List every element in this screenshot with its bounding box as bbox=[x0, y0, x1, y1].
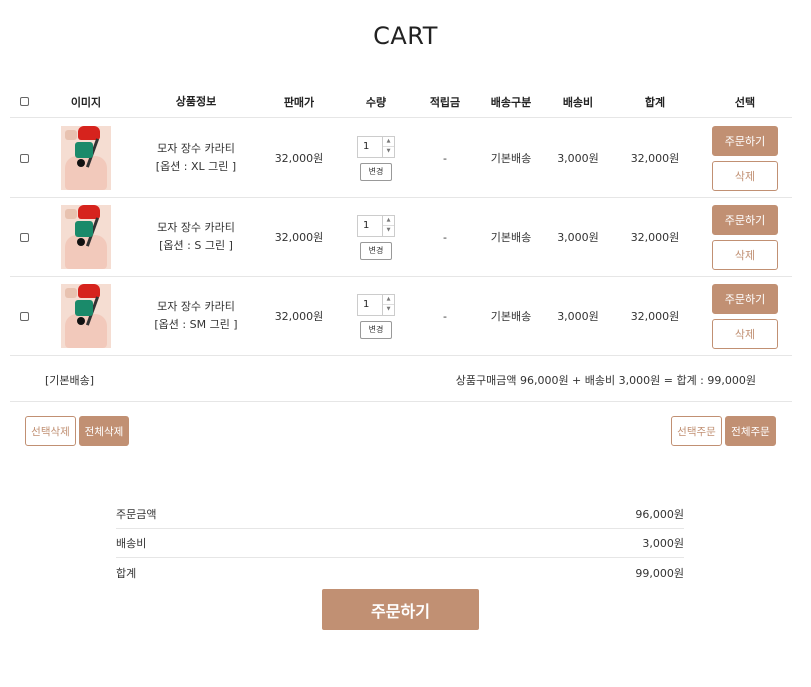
header-total: 합계 bbox=[644, 95, 666, 109]
header-price: 판매가 bbox=[283, 95, 315, 109]
product-total: 32,000원 bbox=[630, 152, 680, 165]
row-checkbox[interactable] bbox=[19, 311, 29, 321]
shipping-group-row: [기본배송] 상품구매금액 96,000원 + 배송비 3,000원 = 합계 … bbox=[10, 356, 792, 402]
spinner-up-icon[interactable]: ▲ bbox=[383, 137, 394, 147]
order-button[interactable]: 주문하기 bbox=[322, 589, 479, 630]
product-ship-fee: 3,000원 bbox=[557, 310, 599, 323]
quantity-input[interactable]: 1 bbox=[357, 293, 382, 316]
summary-row-shipping: 배송비 3,000원 bbox=[116, 529, 684, 558]
header-points: 적립금 bbox=[429, 95, 461, 109]
product-total: 32,000원 bbox=[630, 231, 680, 244]
order-summary: 주문금액 96,000원 배송비 3,000원 합계 99,000원 bbox=[116, 500, 684, 587]
order-amount-label: 주문금액 bbox=[116, 508, 157, 521]
product-option: [옵션 : SM 그린 ] bbox=[154, 318, 238, 331]
delete-selected-button[interactable]: 선택삭제 bbox=[25, 416, 76, 446]
product-option: [옵션 : S 그린 ] bbox=[159, 239, 233, 252]
shipping-group-label: [기본배송] bbox=[45, 374, 95, 387]
order-item-button[interactable]: 주문하기 bbox=[712, 283, 778, 314]
order-item-button[interactable]: 주문하기 bbox=[712, 125, 778, 156]
delete-item-button[interactable]: 삭제 bbox=[712, 239, 778, 270]
spinner-down-icon[interactable]: ▼ bbox=[383, 304, 394, 315]
total-label: 합계 bbox=[116, 566, 137, 580]
product-ship-type: 기본배송 bbox=[490, 310, 532, 323]
product-ship-fee: 3,000원 bbox=[557, 152, 599, 165]
quantity-stepper[interactable]: ▲ ▼ bbox=[382, 135, 395, 158]
page-title: CART bbox=[373, 22, 438, 50]
table-header: 이미지 상품정보 판매가 수량 적립금 배송구분 배송비 합계 선택 bbox=[10, 86, 792, 118]
product-ship-fee: 3,000원 bbox=[557, 231, 599, 244]
product-price: 32,000원 bbox=[274, 310, 324, 323]
spinner-down-icon[interactable]: ▼ bbox=[383, 225, 394, 236]
row-checkbox[interactable] bbox=[19, 153, 29, 163]
product-points: - bbox=[443, 230, 447, 244]
header-ship-type: 배송구분 bbox=[490, 95, 532, 109]
quantity-input[interactable]: 1 bbox=[357, 135, 382, 158]
row-checkbox[interactable] bbox=[19, 232, 29, 242]
product-thumbnail[interactable] bbox=[61, 205, 111, 269]
summary-row-total: 합계 99,000원 bbox=[116, 558, 684, 587]
product-thumbnail[interactable] bbox=[61, 284, 111, 348]
order-all-button[interactable]: 전체주문 bbox=[725, 416, 776, 446]
product-total: 32,000원 bbox=[630, 310, 680, 323]
summary-row-order-amount: 주문금액 96,000원 bbox=[116, 500, 684, 529]
spinner-up-icon[interactable]: ▲ bbox=[383, 216, 394, 226]
shipping-label: 배송비 bbox=[116, 537, 147, 550]
header-info: 상품정보 bbox=[175, 94, 217, 108]
product-ship-type: 기본배송 bbox=[490, 152, 532, 165]
product-thumbnail[interactable] bbox=[61, 126, 111, 190]
quantity-stepper[interactable]: ▲ ▼ bbox=[382, 214, 395, 237]
change-quantity-button[interactable]: 변경 bbox=[360, 162, 392, 181]
header-qty: 수량 bbox=[365, 95, 387, 109]
shipping-group-summary: 상품구매금액 96,000원 + 배송비 3,000원 = 합계 : 99,00… bbox=[455, 374, 756, 387]
table-row: 모자 장수 카라티 [옵션 : S 그린 ] 32,000원 1 ▲ ▼ 변경 … bbox=[10, 198, 792, 277]
header-image: 이미지 bbox=[70, 95, 102, 109]
delete-item-button[interactable]: 삭제 bbox=[712, 160, 778, 191]
quantity-input[interactable]: 1 bbox=[357, 214, 382, 237]
product-option: [옵션 : XL 그린 ] bbox=[155, 160, 237, 173]
product-price: 32,000원 bbox=[274, 231, 324, 244]
product-price: 32,000원 bbox=[274, 152, 324, 165]
header-ship-fee: 배송비 bbox=[562, 95, 594, 109]
product-name[interactable]: 모자 장수 카라티 bbox=[157, 140, 235, 158]
change-quantity-button[interactable]: 변경 bbox=[360, 320, 392, 339]
select-all-checkbox[interactable] bbox=[19, 97, 29, 106]
table-row: 모자 장수 카라티 [옵션 : XL 그린 ] 32,000원 1 ▲ ▼ 변경… bbox=[10, 119, 792, 198]
shipping-value: 3,000원 bbox=[642, 537, 684, 550]
delete-all-button[interactable]: 전체삭제 bbox=[79, 416, 129, 446]
order-amount-value: 96,000원 bbox=[635, 508, 684, 521]
quantity-stepper[interactable]: ▲ ▼ bbox=[382, 293, 395, 316]
order-selected-button[interactable]: 선택주문 bbox=[671, 416, 722, 446]
product-ship-type: 기본배송 bbox=[490, 231, 532, 244]
header-select: 선택 bbox=[734, 95, 756, 109]
product-points: - bbox=[443, 309, 447, 323]
delete-item-button[interactable]: 삭제 bbox=[712, 318, 778, 349]
spinner-up-icon[interactable]: ▲ bbox=[383, 295, 394, 305]
spinner-down-icon[interactable]: ▼ bbox=[383, 146, 394, 157]
total-value: 99,000원 bbox=[635, 566, 684, 580]
product-name[interactable]: 모자 장수 카라티 bbox=[157, 219, 235, 237]
product-points: - bbox=[443, 151, 447, 165]
product-name[interactable]: 모자 장수 카라티 bbox=[157, 298, 235, 316]
order-item-button[interactable]: 주문하기 bbox=[712, 204, 778, 235]
table-row: 모자 장수 카라티 [옵션 : SM 그린 ] 32,000원 1 ▲ ▼ 변경… bbox=[10, 277, 792, 356]
change-quantity-button[interactable]: 변경 bbox=[360, 241, 392, 260]
